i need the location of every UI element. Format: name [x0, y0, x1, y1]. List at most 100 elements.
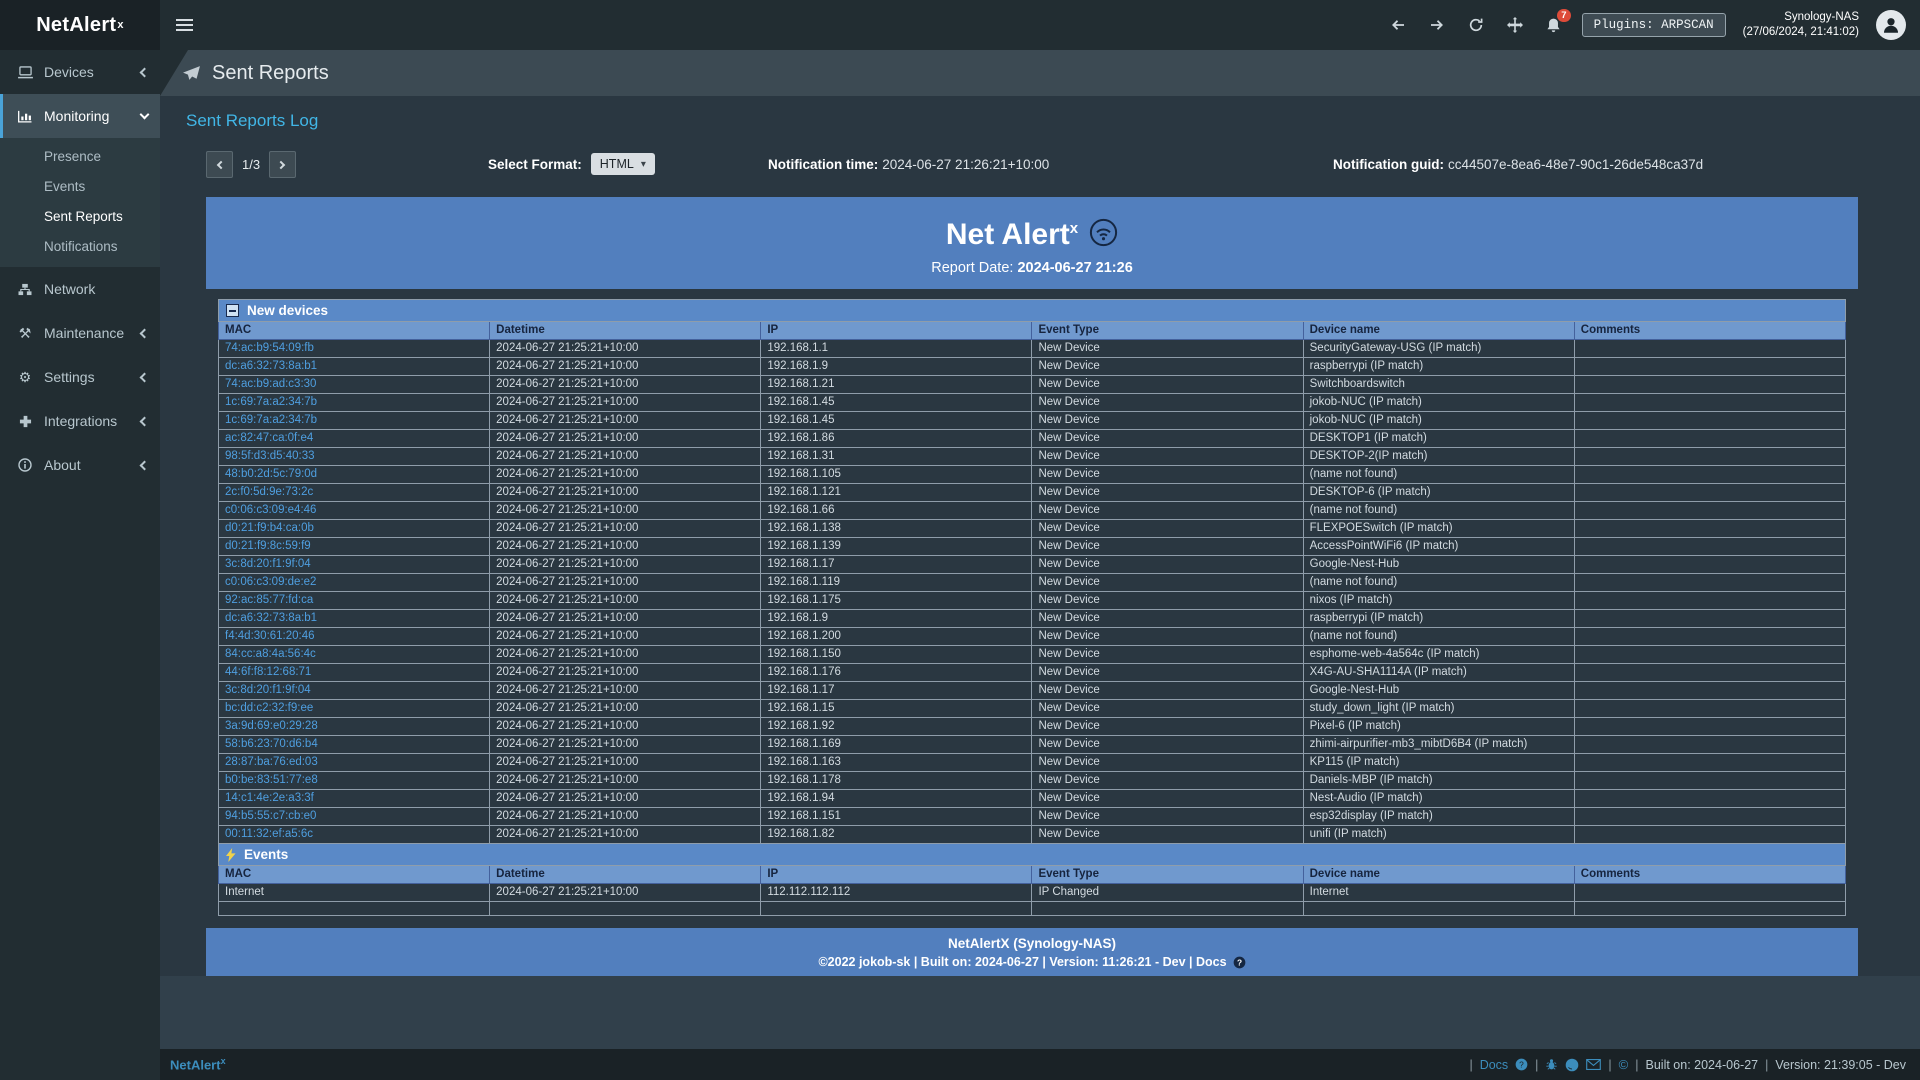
- cell: New Device: [1032, 664, 1303, 682]
- sidebar: Devices Monitoring Presence Events Sent …: [0, 50, 160, 1080]
- sidebar-item-sent-reports[interactable]: Sent Reports: [0, 201, 160, 231]
- report-table-row: 2c:f0:5d:9e:73:2c2024-06-27 21:25:21+10:…: [219, 484, 1846, 502]
- notification-guid-value: cc44507e-8ea6-48e7-90c1-26de548ca37d: [1448, 157, 1703, 172]
- cell: New Device: [1032, 808, 1303, 826]
- license-icon[interactable]: ©: [1619, 1057, 1629, 1072]
- sidebar-item-network[interactable]: Network: [0, 267, 160, 311]
- mac-link[interactable]: 98:5f:d3:d5:40:33: [225, 450, 315, 462]
- cell: [1574, 736, 1845, 754]
- back-arrow-icon[interactable]: [1387, 14, 1409, 36]
- mac-link[interactable]: 74:ac:b9:ad:c3:30: [225, 378, 316, 390]
- cell: 2024-06-27 21:25:21+10:00: [490, 502, 761, 520]
- cell: 2024-06-27 21:25:21+10:00: [490, 700, 761, 718]
- app-logo[interactable]: NetAlertx: [0, 0, 160, 50]
- host-timestamp: (27/06/2024, 21:41:02): [1743, 25, 1859, 40]
- sent-reports-log-link[interactable]: Sent Reports Log: [186, 111, 318, 131]
- cell: New Device: [1032, 754, 1303, 772]
- sidebar-item-maintenance[interactable]: ⚒ Maintenance: [0, 311, 160, 355]
- cell: 112.112.112.112: [761, 884, 1032, 902]
- forward-arrow-icon[interactable]: [1426, 14, 1448, 36]
- notification-guid: Notification guid:cc44507e-8ea6-48e7-90c…: [1333, 157, 1703, 172]
- docs-link[interactable]: Docs: [1480, 1058, 1508, 1072]
- mac-link[interactable]: 28:87:ba:76:ed:03: [225, 756, 318, 768]
- cell: 2024-06-27 21:25:21+10:00: [490, 664, 761, 682]
- prev-page-button[interactable]: [206, 151, 233, 178]
- mac-link[interactable]: c0:06:c3:09:e4:46: [225, 504, 316, 516]
- sidebar-item-notifications[interactable]: Notifications: [0, 231, 160, 261]
- sidebar-item-settings[interactable]: ⚙ Settings: [0, 355, 160, 399]
- footer-brand-link[interactable]: NetAlertx: [170, 1056, 226, 1072]
- cell: Google-Nest-Hub: [1303, 556, 1574, 574]
- cell: 192.168.1.86: [761, 430, 1032, 448]
- cell: esp32display (IP match): [1303, 808, 1574, 826]
- help-circle-icon[interactable]: ?: [1515, 1058, 1528, 1071]
- notifications-bell-icon[interactable]: 7: [1543, 14, 1565, 36]
- cell: [1574, 502, 1845, 520]
- bug-icon[interactable]: [1545, 1058, 1558, 1071]
- mac-link[interactable]: 14:c1:4e:2e:a3:3f: [225, 792, 314, 804]
- move-arrows-icon[interactable]: [1504, 14, 1526, 36]
- mac-link[interactable]: 74:ac:b9:54:09:fb: [225, 342, 314, 354]
- network-icon: [16, 283, 34, 296]
- sidebar-toggle-button[interactable]: [160, 0, 208, 50]
- sidebar-item-about[interactable]: About: [0, 443, 160, 487]
- mac-link[interactable]: 3c:8d:20:f1:9f:04: [225, 558, 311, 570]
- cell: dc:a6:32:73:8a:b1: [219, 358, 490, 376]
- next-page-button[interactable]: [269, 151, 296, 178]
- mac-link[interactable]: dc:a6:32:73:8a:b1: [225, 612, 317, 624]
- report-controls: 1/3 Select Format: HTML ▾ Notification t…: [206, 151, 1858, 185]
- sidebar-item-devices[interactable]: Devices: [0, 50, 160, 94]
- sidebar-item-integrations[interactable]: Integrations: [0, 399, 160, 443]
- refresh-icon[interactable]: [1465, 14, 1487, 36]
- wrench-icon: ⚒: [16, 326, 34, 340]
- cell: raspberrypi (IP match): [1303, 358, 1574, 376]
- sidebar-item-events[interactable]: Events: [0, 171, 160, 201]
- report-table-row: 98:5f:d3:d5:40:332024-06-27 21:25:21+10:…: [219, 448, 1846, 466]
- mac-link[interactable]: d0:21:f9:b4:ca:0b: [225, 522, 314, 534]
- caret-down-icon: ▾: [641, 159, 646, 170]
- cell: nixos (IP match): [1303, 592, 1574, 610]
- format-label: Select Format:: [488, 157, 582, 172]
- mac-link[interactable]: f4:4d:30:61:20:46: [225, 630, 315, 642]
- events-columns-row: MACDatetimeIPEvent TypeDevice nameCommen…: [219, 866, 1846, 884]
- format-select[interactable]: HTML ▾: [591, 153, 655, 175]
- cell: 192.168.1.9: [761, 610, 1032, 628]
- mac-link[interactable]: 58:b6:23:70:d6:b4: [225, 738, 318, 750]
- cell: 2024-06-27 21:25:21+10:00: [490, 628, 761, 646]
- mac-link[interactable]: 1c:69:7a:a2:34:7b: [225, 396, 317, 408]
- mac-link[interactable]: 44:6f:f8:12:68:71: [225, 666, 311, 678]
- mac-link[interactable]: 3c:8d:20:f1:9f:04: [225, 684, 311, 696]
- mac-link[interactable]: 48:b0:2d:5c:79:0d: [225, 468, 317, 480]
- cell: IP Changed: [1032, 884, 1303, 902]
- mac-link[interactable]: 3a:9d:69:e0:29:28: [225, 720, 318, 732]
- report-table-row: 92:ac:85:77:fd:ca 2024-06-27 21:25:21+10:…: [219, 592, 1846, 610]
- report-table-row: dc:a6:32:73:8a:b12024-06-27 21:25:21+10:…: [219, 358, 1846, 376]
- mac-link[interactable]: 00:11:32:ef:a5:6c: [225, 828, 313, 840]
- sidebar-item-monitoring[interactable]: Monitoring: [0, 94, 160, 138]
- mac-link[interactable]: ac:82:47:ca:0f:e4: [225, 432, 313, 444]
- mail-icon[interactable]: [1586, 1059, 1601, 1070]
- report-table-row: c0:06:c3:09:de:e22024-06-27 21:25:21+10:…: [219, 574, 1846, 592]
- chevron-left-icon: [140, 372, 150, 382]
- user-avatar[interactable]: [1876, 10, 1906, 40]
- mac-link[interactable]: 2c:f0:5d:9e:73:2c: [225, 486, 313, 498]
- report-preview: Net Alertx Report Date: 2024-06-27 21:26: [206, 197, 1858, 976]
- plugins-status-button[interactable]: Plugins: ARPSCAN: [1582, 13, 1726, 37]
- mac-link[interactable]: d0:21:f9:8c:59:f9: [225, 540, 311, 552]
- cell: 2024-06-27 21:25:21+10:00: [490, 592, 761, 610]
- mac-link[interactable]: dc:a6:32:73:8a:b1: [225, 360, 317, 372]
- column-header: Device name: [1303, 322, 1574, 340]
- github-icon[interactable]: [1565, 1058, 1579, 1072]
- cell: [1574, 592, 1845, 610]
- sidebar-item-presence[interactable]: Presence: [0, 141, 160, 171]
- cell: 192.168.1.45: [761, 412, 1032, 430]
- mac-link[interactable]: c0:06:c3:09:de:e2: [225, 576, 316, 588]
- mac-link[interactable]: 92:ac:85:77:fd:ca: [225, 594, 313, 606]
- cell: New Device: [1032, 376, 1303, 394]
- mac-link[interactable]: 1c:69:7a:a2:34:7b: [225, 414, 317, 426]
- report-table-row: 58:b6:23:70:d6:b42024-06-27 21:25:21+10:…: [219, 736, 1846, 754]
- mac-link[interactable]: 84:cc:a8:4a:56:4c: [225, 648, 316, 660]
- mac-link[interactable]: 94:b5:55:c7:cb:e0: [225, 810, 316, 822]
- mac-link[interactable]: b0:be:83:51:77:e8: [225, 774, 318, 786]
- mac-link[interactable]: bc:dd:c2:32:f9:ee: [225, 702, 313, 714]
